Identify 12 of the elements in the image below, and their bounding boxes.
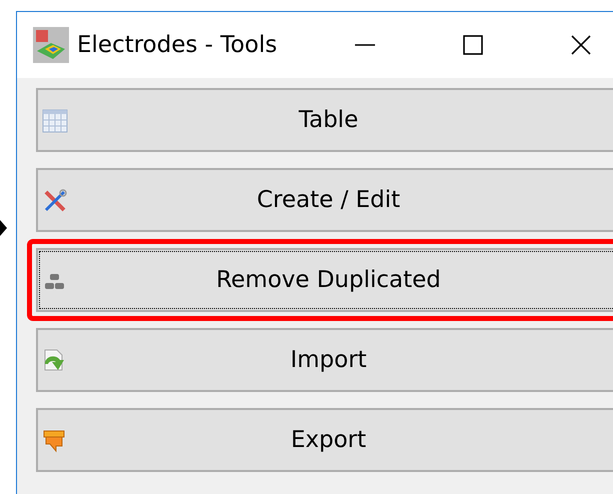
- tool-button[interactable]: Create / Edit: [36, 168, 613, 232]
- window-title: Electrodes - Tools: [77, 32, 278, 58]
- tools-icon: [42, 188, 68, 214]
- tool-button[interactable]: Export: [36, 408, 613, 472]
- app-icon: [33, 27, 69, 63]
- table-icon: [42, 108, 68, 134]
- tool-button[interactable]: Table: [36, 88, 613, 152]
- close-icon[interactable]: [570, 34, 592, 56]
- tool-button[interactable]: Remove Duplicated: [36, 248, 613, 312]
- tool-button[interactable]: Import: [36, 328, 613, 392]
- maximize-icon[interactable]: [462, 34, 484, 56]
- arrow-icon: [0, 220, 8, 236]
